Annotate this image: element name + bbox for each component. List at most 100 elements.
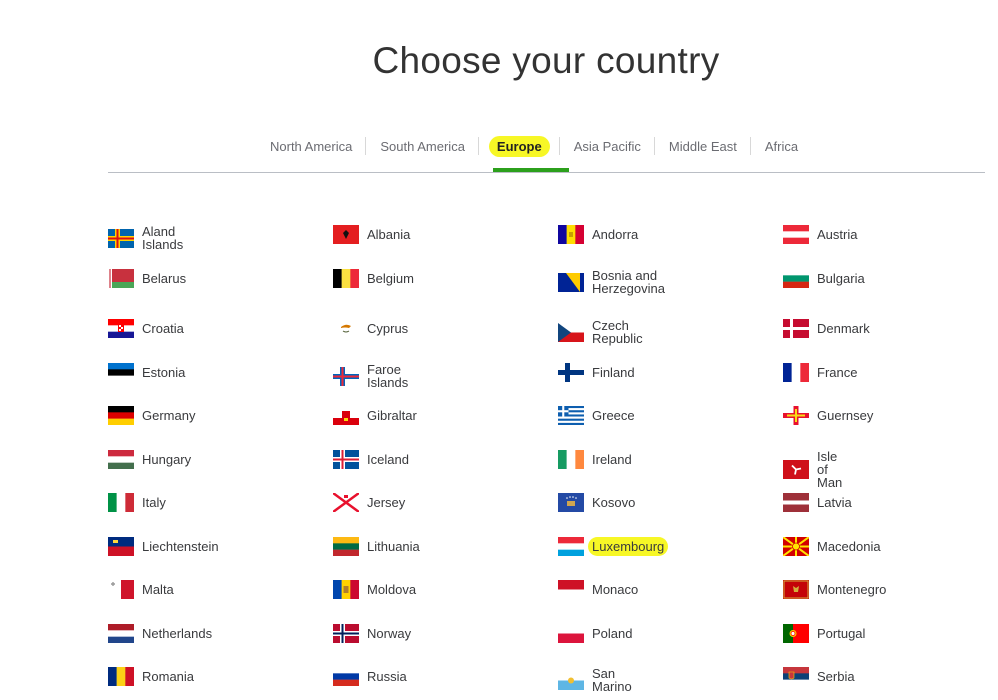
iceland-flag-icon: [333, 450, 359, 469]
country-name: Hungary: [142, 452, 192, 467]
country-item-hungary[interactable]: Hungary: [108, 450, 191, 469]
country-item-moldova[interactable]: Moldova: [333, 580, 416, 599]
country-item-luxembourg[interactable]: Luxembourg: [558, 537, 669, 556]
country-name: Russia: [367, 669, 407, 684]
russia-flag-icon: [333, 667, 359, 686]
country-name: Jersey: [367, 495, 406, 510]
country-item-romania[interactable]: Romania: [108, 667, 194, 686]
country-item-poland[interactable]: Poland: [558, 624, 632, 643]
country-item-estonia[interactable]: Estonia: [108, 363, 185, 382]
malta-flag-icon: [108, 580, 134, 599]
czech-flag-icon: [558, 322, 584, 342]
country-name: Czech Republic: [592, 318, 643, 346]
country-item-bosnia-and-herzegovina[interactable]: Bosnia and Herzegovina: [558, 269, 665, 295]
country-item-austria[interactable]: Austria: [783, 225, 857, 244]
belarus-flag-icon: [108, 269, 134, 288]
country-item-cyprus[interactable]: Cyprus: [333, 319, 408, 338]
romania-flag-icon: [108, 667, 134, 686]
serbia-flag-icon: [783, 667, 809, 686]
country-item-san-marino[interactable]: San Marino: [558, 667, 632, 693]
country-item-denmark[interactable]: Denmark: [783, 319, 870, 338]
country-item-malta[interactable]: Malta: [108, 580, 174, 599]
country-item-ireland[interactable]: Ireland: [558, 450, 632, 469]
portugal-flag-icon: [783, 624, 809, 643]
country-item-andorra[interactable]: Andorra: [558, 225, 638, 244]
denmark-flag-icon: [783, 319, 809, 338]
country-item-russia[interactable]: Russia: [333, 667, 407, 686]
country-item-lithuania[interactable]: Lithuania: [333, 537, 420, 556]
luxembourg-flag-icon: [558, 537, 584, 556]
country-item-portugal[interactable]: Portugal: [783, 624, 865, 643]
country-name: Lithuania: [367, 539, 420, 554]
country-item-montenegro[interactable]: Montenegro: [783, 580, 886, 599]
tab-south-america[interactable]: South America: [366, 136, 479, 158]
country-item-serbia[interactable]: Serbia: [783, 667, 855, 686]
liechtenstein-flag-icon: [108, 537, 134, 556]
country-item-latvia[interactable]: Latvia: [783, 493, 852, 512]
country-item-iceland[interactable]: Iceland: [333, 450, 409, 469]
country-item-germany[interactable]: Germany: [108, 406, 195, 425]
country-item-albania[interactable]: Albania: [333, 225, 410, 244]
country-name: Monaco: [592, 582, 639, 597]
country-name: Portugal: [817, 626, 866, 641]
tab-north-america[interactable]: North America: [256, 136, 367, 158]
country-item-croatia[interactable]: Croatia: [108, 319, 184, 338]
country-name: Kosovo: [592, 495, 636, 510]
isle-of-man-flag-icon: [783, 460, 809, 479]
country-name: France: [817, 365, 858, 380]
country-item-italy[interactable]: Italy: [108, 493, 166, 512]
country-name: Croatia: [142, 321, 184, 336]
country-item-netherlands[interactable]: Netherlands: [108, 624, 212, 643]
country-item-isle-of-man[interactable]: Isle of Man: [783, 450, 842, 489]
country-item-macedonia[interactable]: Macedonia: [783, 537, 881, 556]
tab-asia-pacific[interactable]: Asia Pacific: [560, 136, 656, 158]
belgium-flag-icon: [333, 269, 359, 288]
region-tabs: North America South America Europe Asia …: [256, 136, 812, 158]
country-name: Serbia: [817, 669, 855, 684]
country-name: Aland Islands: [142, 224, 184, 252]
country-item-bulgaria[interactable]: Bulgaria: [783, 269, 865, 288]
country-name: Gibraltar: [367, 408, 417, 423]
country-name: San Marino: [592, 666, 632, 694]
country-name: Isle of Man: [817, 449, 843, 490]
country-item-guernsey[interactable]: Guernsey: [783, 406, 873, 425]
country-item-france[interactable]: France: [783, 363, 857, 382]
italy-flag-icon: [108, 493, 134, 512]
country-item-belgium[interactable]: Belgium: [333, 269, 414, 288]
page-title: Choose your country: [372, 40, 720, 81]
croatia-flag-icon: [108, 319, 134, 338]
country-name: Malta: [142, 582, 174, 597]
jersey-flag-icon: [333, 493, 359, 512]
country-item-gibraltar[interactable]: Gibraltar: [333, 406, 417, 425]
country-item-finland[interactable]: Finland: [558, 363, 635, 382]
tab-middle-east[interactable]: Middle East: [655, 136, 751, 158]
montenegro-flag-icon: [783, 580, 809, 599]
country-name: Cyprus: [367, 321, 409, 336]
san-marino-flag-icon: [558, 670, 584, 690]
country-name: Faroe Islands: [367, 362, 409, 390]
country-name: Liechtenstein: [142, 539, 219, 554]
country-item-belarus[interactable]: Belarus: [108, 269, 186, 288]
country-item-kosovo[interactable]: Kosovo: [558, 493, 635, 512]
country-item-liechtenstein[interactable]: Liechtenstein: [108, 537, 219, 556]
country-item-monaco[interactable]: Monaco: [558, 580, 638, 599]
tabs-divider: [108, 172, 985, 173]
country-item-jersey[interactable]: Jersey: [333, 493, 405, 512]
country-name: Ireland: [592, 452, 632, 467]
tab-africa[interactable]: Africa: [751, 136, 812, 158]
norway-flag-icon: [333, 624, 359, 643]
tab-europe[interactable]: Europe: [479, 136, 560, 158]
country-item-norway[interactable]: Norway: [333, 624, 411, 643]
poland-flag-icon: [558, 624, 584, 643]
country-item-greece[interactable]: Greece: [558, 406, 635, 425]
kosovo-flag-icon: [558, 493, 584, 512]
country-name: Luxembourg: [588, 537, 669, 556]
country-item-faroe-islands[interactable]: Faroe Islands: [333, 363, 408, 389]
country-item-aland-islands[interactable]: Aland Islands: [108, 225, 183, 251]
country-name: Denmark: [817, 321, 870, 336]
country-name: Latvia: [817, 495, 852, 510]
country-name: Moldova: [367, 582, 417, 597]
country-item-czech-republic[interactable]: Czech Republic: [558, 319, 643, 345]
greece-flag-icon: [558, 406, 584, 425]
country-name: Norway: [367, 626, 412, 641]
